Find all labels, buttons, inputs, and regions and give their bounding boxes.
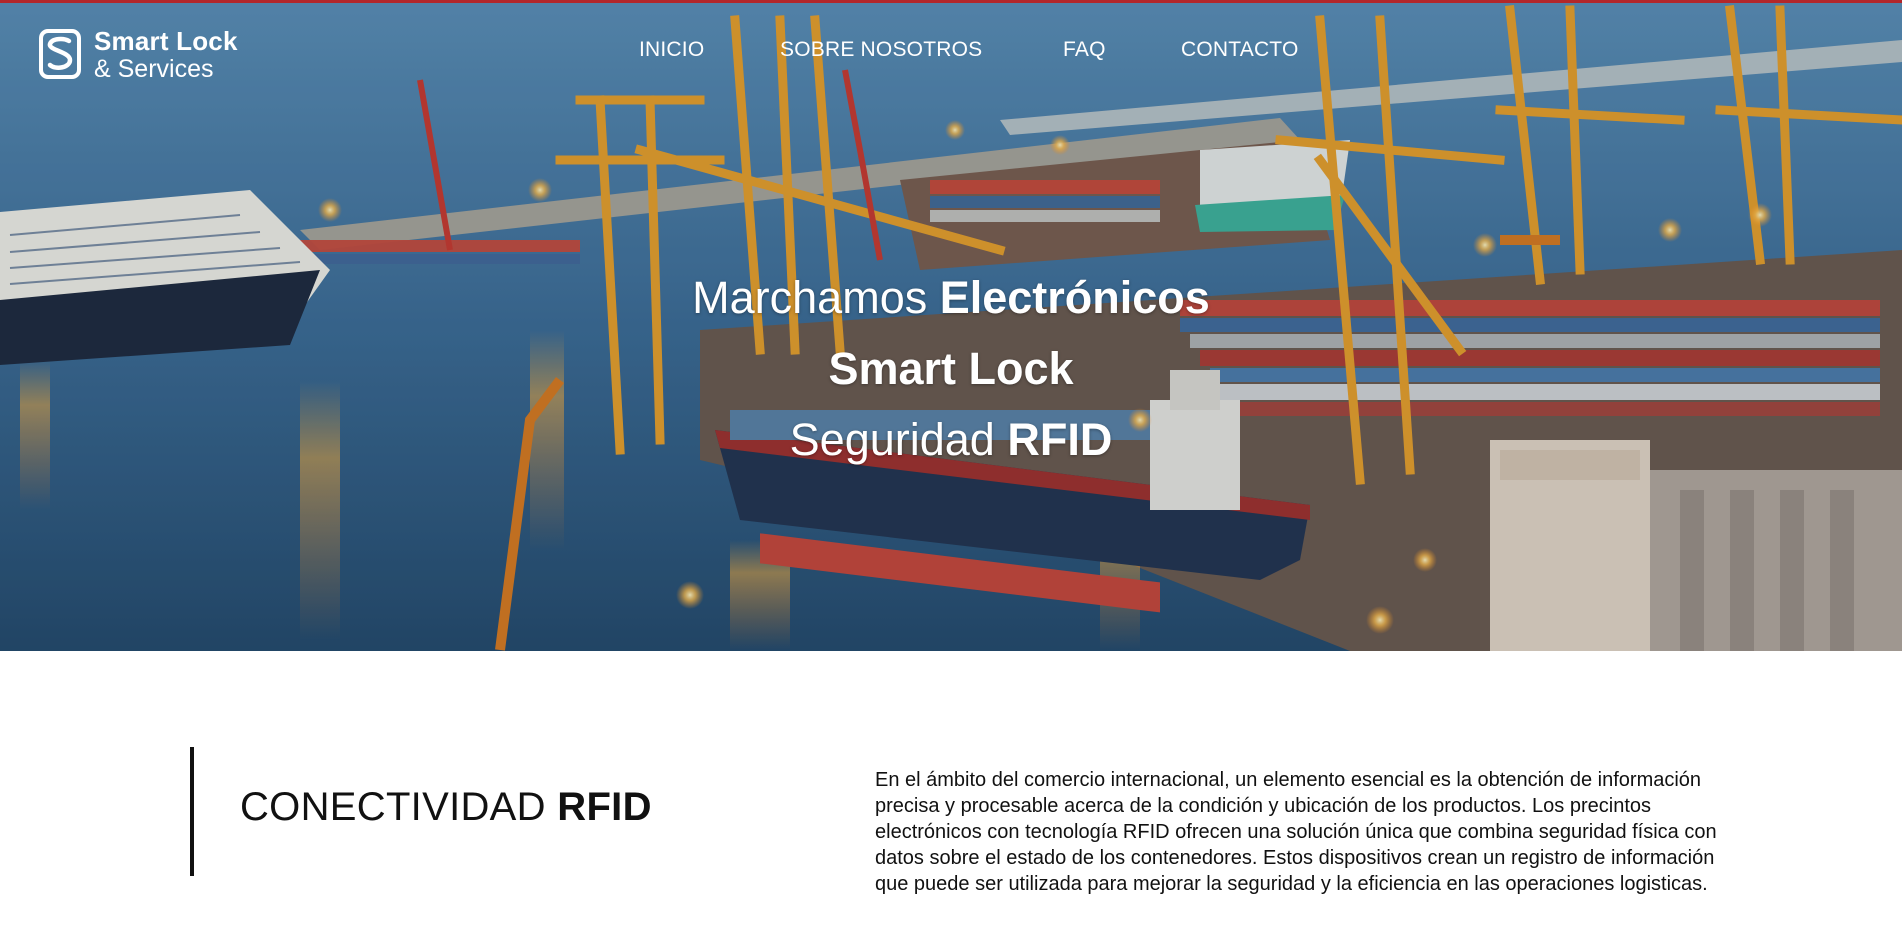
brand-name: Smart Lock & Services: [94, 28, 238, 82]
brand-logo[interactable]: Smart Lock & Services: [38, 28, 238, 82]
brand-name-line2: & Services: [94, 55, 214, 83]
nav-link-sobre-nosotros[interactable]: SOBRE NOSOTROS: [780, 38, 1063, 62]
nav-link-contacto[interactable]: CONTACTO: [1181, 38, 1321, 62]
hero-line-2-bold: Smart Lock: [828, 343, 1074, 394]
section-accent-bar: [190, 747, 194, 876]
nav-link-faq[interactable]: FAQ: [1063, 38, 1181, 62]
section-body-text: En el ámbito del comercio internacional,…: [875, 769, 1717, 895]
hero-line-1-bold: Electrónicos: [939, 272, 1210, 323]
brand-name-line1: Smart Lock: [94, 26, 238, 56]
nav-link-inicio[interactable]: INICIO: [639, 38, 780, 62]
hero-line-3: Seguridad RFID: [0, 404, 1902, 475]
main-navigation: INICIO SOBRE NOSOTROS FAQ CONTACTO: [639, 38, 1321, 62]
hero-line-2: Smart Lock: [0, 333, 1902, 404]
hero-headline: Marchamos Electrónicos Smart Lock Seguri…: [0, 262, 1902, 475]
site-header: Smart Lock & Services INICIO SOBRE NOSOT…: [0, 0, 1902, 100]
hero-line-1-regular: Marchamos: [692, 272, 940, 323]
section-title: CONECTIVIDAD RFID: [240, 785, 652, 830]
hero-line-3-bold: RFID: [1007, 414, 1113, 465]
section-title-regular: CONECTIVIDAD: [240, 785, 558, 829]
hero-line-3-regular: Seguridad: [789, 414, 1008, 465]
section-title-bold: RFID: [557, 785, 652, 829]
top-accent-line: [0, 0, 1902, 3]
hero-line-1: Marchamos Electrónicos: [0, 262, 1902, 333]
smart-lock-logo-icon: [39, 29, 81, 79]
rfid-section: CONECTIVIDAD RFID En el ámbito del comer…: [0, 651, 1902, 949]
